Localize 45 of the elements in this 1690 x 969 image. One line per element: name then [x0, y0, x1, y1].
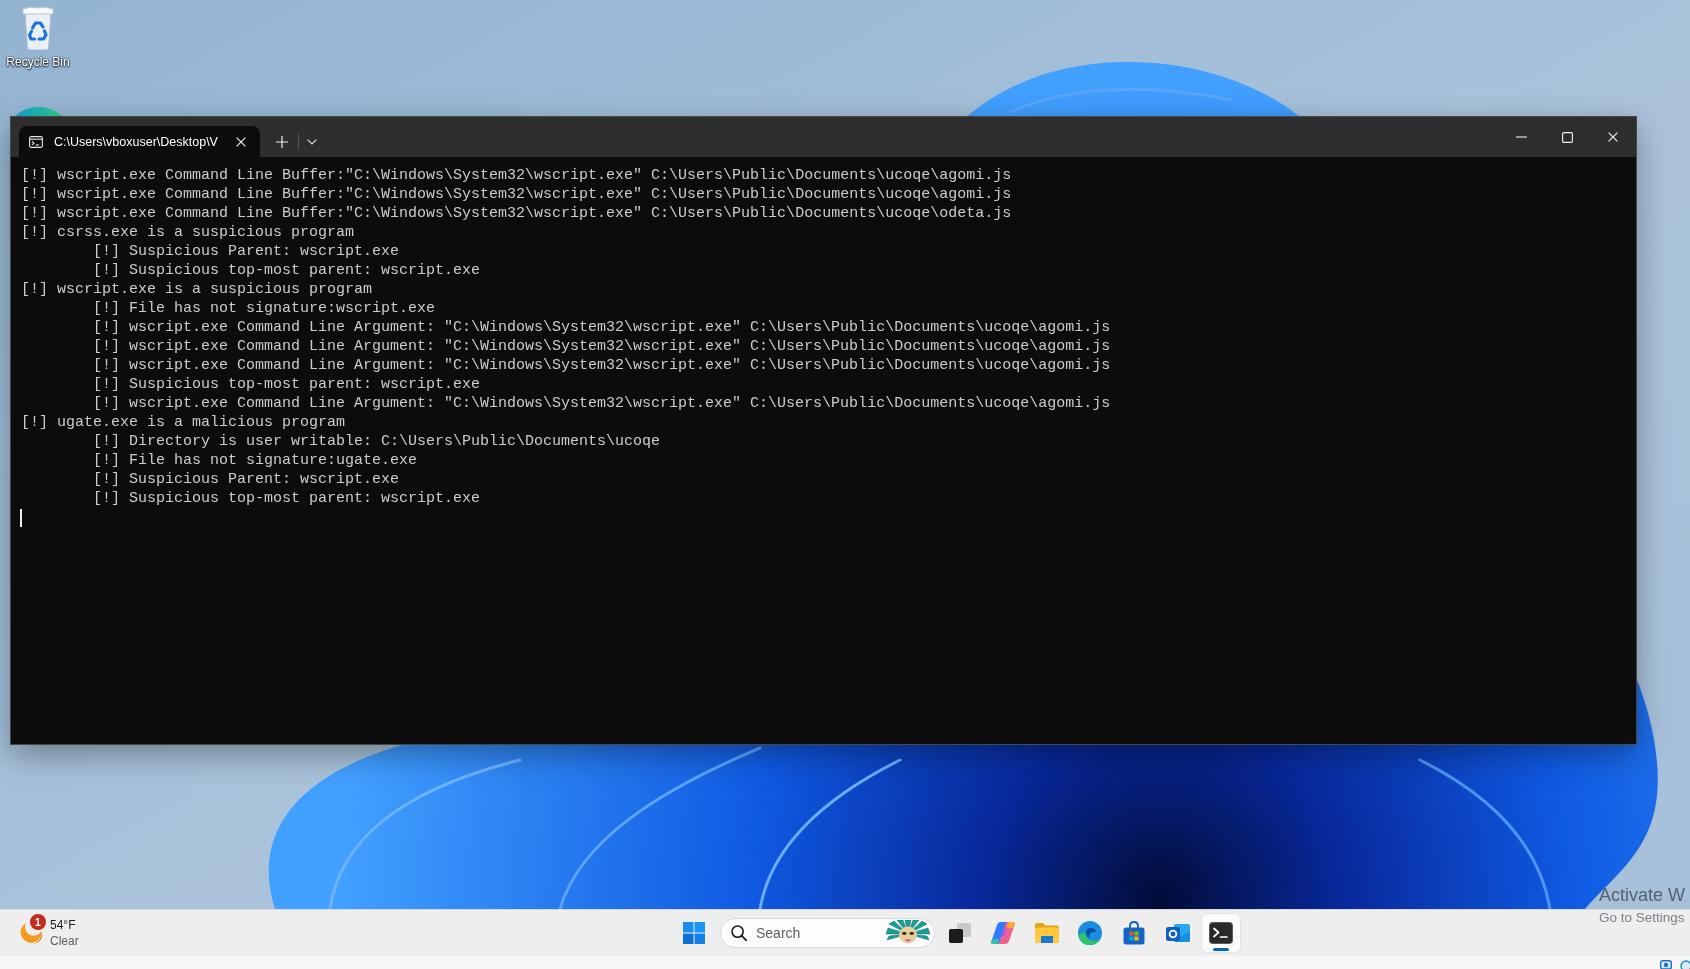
terminal-line: [!] wscript.exe Command Line Buffer:"C:\Windows\System32\wscript.exe" C:\Users\Public\Documents\ucoqe\odeta.js — [21, 204, 1012, 223]
console-icon — [29, 135, 43, 148]
terminal-line: [!] csrss.exe is a suspicious program — [21, 223, 355, 242]
taskbar-app-button[interactable] — [1202, 914, 1241, 952]
terminal-icon — [1209, 922, 1234, 944]
terminal-line: [!] Directory is user writable: C:\Users\Public\Documents\ucoqe — [93, 432, 661, 451]
activation-title: Activate W — [1599, 884, 1686, 906]
search-icon — [731, 925, 747, 941]
terminal-line: [!] Suspicious top-most parent: wscript.exe — [93, 261, 481, 280]
terminal-line: [!] wscript.exe Command Line Argument: "C:\Windows\System32\wscript.exe" C:\Users\Public\Documents\ucoqe\agomi.js — [93, 356, 1111, 375]
terminal-line: [!] wscript.exe Command Line Buffer:"C:\Windows\System32\wscript.exe" C:\Users\Public\Documents\ucoqe\agomi.js — [21, 166, 1012, 185]
activation-subtitle: Go to Settings — [1599, 910, 1685, 926]
close-icon — [1608, 132, 1618, 142]
terminal-line: [!] ugate.exe is a malicious program — [21, 413, 346, 432]
cursor-icon — [20, 508, 22, 527]
minimize-icon — [1515, 136, 1527, 138]
task-view-icon — [948, 923, 971, 943]
terminal-line: [!] File has not signature:wscript.exe — [93, 299, 436, 318]
chevron-down-icon — [306, 138, 317, 145]
ribbon-logo-icon — [991, 922, 1016, 944]
tray-icon[interactable] — [1660, 960, 1672, 969]
close-icon — [235, 136, 246, 147]
tray-icon[interactable] — [1680, 960, 1690, 969]
terminal-tab[interactable]: C:\Users\vboxuser\Desktop\V — [19, 126, 260, 157]
terminal-line: [!] Suspicious top-most parent: wscript.exe — [93, 375, 481, 394]
terminal-line: [!] Suspicious top-most parent: wscript.exe — [93, 489, 481, 508]
terminal-line: [!] wscript.exe Command Line Argument: "C:\Windows\System32\wscript.exe" C:\Users\Public\Documents\ucoqe\agomi.js — [93, 318, 1111, 337]
mask-icon — [886, 920, 930, 946]
terminal-line: [!] File has not signature:ugate.exe — [93, 451, 418, 470]
terminal-line: [!] Suspicious Parent: wscript.exe — [93, 242, 400, 261]
shopping-bag-icon — [1121, 921, 1146, 945]
plus-icon — [275, 135, 288, 148]
terminal-line: [!] Suspicious Parent: wscript.exe — [93, 470, 400, 489]
windows-logo-icon — [683, 922, 705, 944]
folder-icon — [1034, 923, 1059, 943]
terminal-line: [!] wscript.exe Command Line Argument: "C:\Windows\System32\wscript.exe" C:\Users\Public\Documents\ucoqe\agomi.js — [93, 394, 1111, 413]
notification-badge: 1 — [30, 914, 46, 930]
terminal-line: [!] wscript.exe Command Line Argument: "C:\Windows\System32\wscript.exe" C:\Users\Public\Documents\ucoqe\agomi.js — [93, 337, 1111, 356]
recycle-bin-icon — [20, 6, 56, 50]
maximize-icon — [1561, 131, 1573, 143]
swirl-logo-icon — [1078, 921, 1103, 945]
terminal-line: [!] wscript.exe is a suspicious program — [21, 280, 373, 299]
weather-widget[interactable]: 1 54°F Clear — [16, 913, 106, 953]
mail-icon — [1165, 922, 1190, 944]
terminal-line: [!] wscript.exe Command Line Buffer:"C:\Windows\System32\wscript.exe" C:\Users\Public\Documents\ucoqe\agomi.js — [21, 185, 1012, 204]
